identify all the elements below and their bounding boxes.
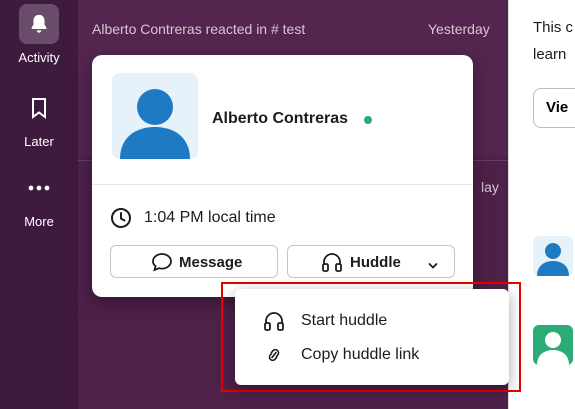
menu-item-copy-huddle-link[interactable]: Copy huddle link bbox=[235, 339, 509, 371]
sidebar-item-later[interactable]: Later bbox=[0, 88, 78, 149]
panel-text-line: learn bbox=[533, 46, 567, 63]
message-button[interactable]: Message bbox=[110, 245, 278, 278]
message-button-label: Message bbox=[179, 254, 243, 271]
sidebar-item-label: Activity bbox=[18, 50, 60, 65]
activity-item-time: Yesterday bbox=[428, 21, 490, 37]
panel-text-line: This c bbox=[533, 19, 574, 36]
sidebar-item-more[interactable]: More bbox=[0, 168, 78, 229]
activity-item-time: lay bbox=[481, 179, 499, 195]
menu-item-label: Copy huddle link bbox=[301, 346, 420, 363]
huddle-button[interactable]: Huddle bbox=[287, 245, 455, 278]
avatar[interactable] bbox=[112, 73, 198, 159]
bookmark-icon bbox=[19, 88, 59, 128]
huddle-button-label: Huddle bbox=[350, 254, 401, 271]
sidebar-item-label: More bbox=[24, 214, 54, 229]
avatar bbox=[533, 236, 573, 276]
huddle-menu: Start huddle Copy huddle link bbox=[235, 289, 509, 385]
view-button[interactable]: Vie bbox=[533, 88, 575, 128]
profile-name[interactable]: Alberto Contreras bbox=[212, 110, 348, 128]
presence-indicator bbox=[364, 116, 372, 124]
chevron-down-icon[interactable] bbox=[428, 257, 438, 274]
activity-item-text: Alberto Contreras reacted in # test bbox=[92, 21, 306, 37]
sidebar: Activity Later More bbox=[0, 0, 78, 409]
menu-item-start-huddle[interactable]: Start huddle bbox=[235, 305, 509, 337]
headphones-icon bbox=[321, 252, 343, 276]
clock-icon bbox=[110, 207, 132, 234]
divider bbox=[92, 184, 473, 185]
bell-icon bbox=[19, 4, 59, 44]
message-icon bbox=[151, 252, 173, 276]
more-icon bbox=[19, 168, 59, 208]
headphones-icon bbox=[263, 311, 285, 336]
local-time: 1:04 PM local time bbox=[144, 209, 276, 226]
menu-item-label: Start huddle bbox=[301, 312, 388, 329]
avatar bbox=[533, 325, 573, 365]
sidebar-item-activity[interactable]: Activity bbox=[0, 4, 78, 65]
profile-card: Alberto Contreras 1:04 PM local time Mes… bbox=[92, 55, 473, 297]
link-icon bbox=[263, 345, 285, 370]
sidebar-item-label: Later bbox=[24, 134, 54, 149]
